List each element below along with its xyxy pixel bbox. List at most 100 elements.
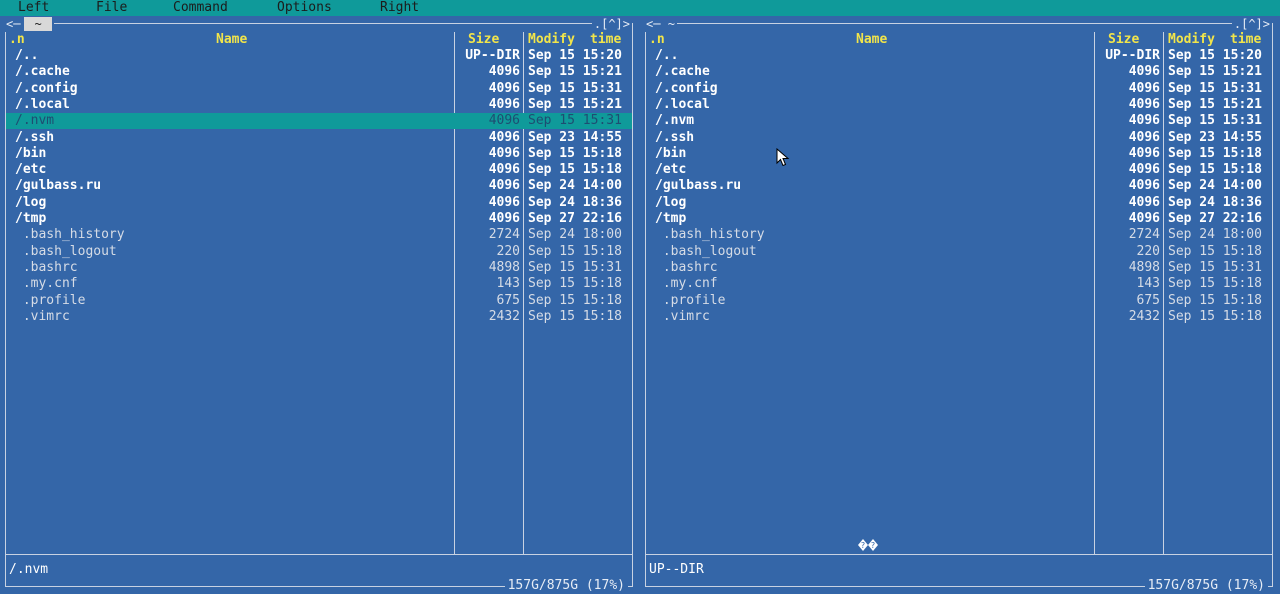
file-row[interactable]: /etc 4096 Sep 15 15:18 (646, 162, 1272, 178)
panel-top-border (646, 23, 1272, 24)
file-row[interactable]: /tmp 4096 Sep 27 22:16 (646, 211, 1272, 227)
file-row[interactable]: /.local 4096 Sep 15 15:21 (646, 97, 1272, 113)
history-nav[interactable]: <─ (6, 17, 20, 31)
menu-left[interactable]: Left (18, 0, 49, 16)
file-modified: Sep 24 18:36 (1168, 194, 1262, 210)
file-row[interactable]: .bashrc 4898 Sep 15 15:31 (646, 260, 1272, 276)
file-row[interactable]: /.config 4096 Sep 15 15:31 (646, 81, 1272, 97)
file-name: /.nvm (655, 113, 695, 129)
file-row[interactable]: .profile 675 Sep 15 15:18 (6, 293, 632, 309)
current-path[interactable]: ~ (24, 17, 52, 31)
file-modified: Sep 15 15:18 (528, 243, 622, 259)
file-row[interactable]: /gulbass.ru 4096 Sep 24 14:00 (646, 178, 1272, 194)
column-header-modify[interactable]: Modify (1168, 32, 1215, 48)
file-size: 4096 (1128, 113, 1160, 129)
file-size: 4096 (1128, 211, 1160, 226)
file-modified: Sep 24 18:00 (528, 227, 622, 243)
file-name: .my.cnf (655, 276, 718, 292)
file-row[interactable]: /etc 4096 Sep 15 15:18 (6, 162, 632, 178)
file-modified: Sep 15 15:21 (528, 96, 622, 112)
column-header-modify[interactable]: Modify (528, 32, 575, 48)
file-size: 4096 (1128, 178, 1160, 194)
column-header-size[interactable]: Size (468, 32, 499, 48)
file-row[interactable]: /.. UP--DIR Sep 15 15:20 (646, 48, 1272, 64)
file-row[interactable]: /.. UP--DIR Sep 15 15:20 (6, 48, 632, 64)
sort-indicator[interactable]: .n (9, 32, 25, 48)
right-panel[interactable]: <─ ~ .[^]> .n Name Size Modify time UP--… (640, 16, 1276, 594)
file-row[interactable]: .bash_history 2724 Sep 24 18:00 (6, 227, 632, 243)
file-modified: Sep 15 15:18 (528, 308, 622, 324)
file-row[interactable]: .bash_history 2724 Sep 24 18:00 (646, 227, 1272, 243)
file-row-selected[interactable]: /.nvm 4096 Sep 15 15:31 (6, 113, 632, 130)
file-row[interactable]: .my.cnf 143 Sep 15 15:18 (646, 276, 1272, 292)
file-row[interactable]: .bashrc 4898 Sep 15 15:31 (6, 260, 632, 276)
file-name: /tmp (15, 211, 47, 226)
file-row[interactable]: /.config 4096 Sep 15 15:31 (6, 81, 632, 97)
file-name: /.config (655, 80, 718, 96)
disk-usage: 157G/875G (17%) (504, 578, 628, 594)
file-modified: Sep 15 15:31 (528, 80, 622, 96)
status-divider (5, 554, 633, 555)
file-name: .bashrc (655, 259, 718, 275)
file-name: .my.cnf (15, 276, 78, 292)
file-modified: Sep 15 15:20 (528, 48, 622, 63)
history-nav[interactable]: <─ (646, 17, 660, 31)
menu-right[interactable]: Right (380, 0, 419, 16)
file-row[interactable]: .my.cnf 143 Sep 15 15:18 (6, 276, 632, 292)
file-name: .bash_logout (15, 243, 117, 259)
file-row[interactable]: /.ssh 4096 Sep 23 14:55 (6, 130, 632, 146)
file-size: 675 (1136, 292, 1160, 308)
file-row[interactable]: /log 4096 Sep 24 18:36 (6, 195, 632, 211)
file-modified: Sep 27 22:16 (1168, 211, 1262, 226)
file-modified: Sep 15 15:21 (1168, 96, 1262, 112)
file-row[interactable]: /bin 4096 Sep 15 15:18 (6, 146, 632, 162)
file-row[interactable]: /.ssh 4096 Sep 23 14:55 (646, 130, 1272, 146)
mouse-pointer-icon (776, 148, 790, 167)
panel-swap-icon[interactable]: ? ? (858, 538, 878, 552)
current-path[interactable]: ~ (668, 17, 675, 31)
column-header-time[interactable]: time (1230, 32, 1261, 48)
column-header-name[interactable]: Name (856, 32, 887, 48)
file-modified: Sep 15 15:18 (1168, 243, 1262, 259)
file-size: 4096 (488, 96, 520, 112)
menu-file[interactable]: File (96, 0, 127, 16)
sort-indicator[interactable]: .n (649, 32, 665, 48)
file-size: 4898 (1128, 259, 1160, 275)
file-modified: Sep 15 15:31 (1168, 113, 1262, 129)
file-size: 143 (1136, 276, 1160, 292)
file-row[interactable]: .bash_logout 220 Sep 15 15:18 (6, 244, 632, 260)
file-name: /gulbass.ru (655, 178, 742, 194)
file-modified: Sep 15 15:18 (528, 145, 622, 161)
file-size: 4096 (488, 80, 520, 96)
file-modified: Sep 24 18:00 (1168, 227, 1262, 243)
file-name: /.. (15, 48, 39, 63)
file-row[interactable]: /bin 4096 Sep 15 15:18 (646, 146, 1272, 162)
file-row[interactable]: /.cache 4096 Sep 15 15:21 (6, 64, 632, 80)
file-row[interactable]: .profile 675 Sep 15 15:18 (646, 293, 1272, 309)
column-header-size[interactable]: Size (1108, 32, 1139, 48)
file-row[interactable]: .bash_logout 220 Sep 15 15:18 (646, 244, 1272, 260)
left-panel[interactable]: <─ ~ .[^]> .n Name Size Modify time /.nvm… (0, 16, 636, 594)
panel-controls[interactable]: .[^]> (1231, 16, 1272, 32)
file-row[interactable]: .vimrc 2432 Sep 15 15:18 (6, 309, 632, 325)
column-header-time[interactable]: time (590, 32, 621, 48)
file-name: .bashrc (15, 259, 78, 275)
column-header-name[interactable]: Name (216, 32, 247, 48)
file-row[interactable]: /.nvm 4096 Sep 15 15:31 (646, 113, 1272, 129)
file-row[interactable]: /log 4096 Sep 24 18:36 (646, 195, 1272, 211)
file-size: 4096 (488, 162, 520, 178)
file-modified: Sep 15 15:18 (1168, 276, 1262, 292)
file-row[interactable]: /.cache 4096 Sep 15 15:21 (646, 64, 1272, 80)
file-row[interactable]: .vimrc 2432 Sep 15 15:18 (646, 309, 1272, 325)
panel-controls[interactable]: .[^]> (591, 16, 632, 32)
menu-command[interactable]: Command (173, 0, 228, 16)
disk-usage: 157G/875G (17%) (1144, 578, 1268, 594)
file-row[interactable]: /gulbass.ru 4096 Sep 24 14:00 (6, 178, 632, 194)
file-modified: Sep 23 14:55 (1168, 129, 1262, 145)
file-size: 4096 (1128, 194, 1160, 210)
menu-options[interactable]: Options (277, 0, 332, 16)
file-row[interactable]: /tmp 4096 Sep 27 22:16 (6, 211, 632, 227)
file-name: /log (655, 194, 687, 210)
menu-bar: Left File Command Options Right (0, 0, 1280, 16)
file-row[interactable]: /.local 4096 Sep 15 15:21 (6, 97, 632, 113)
